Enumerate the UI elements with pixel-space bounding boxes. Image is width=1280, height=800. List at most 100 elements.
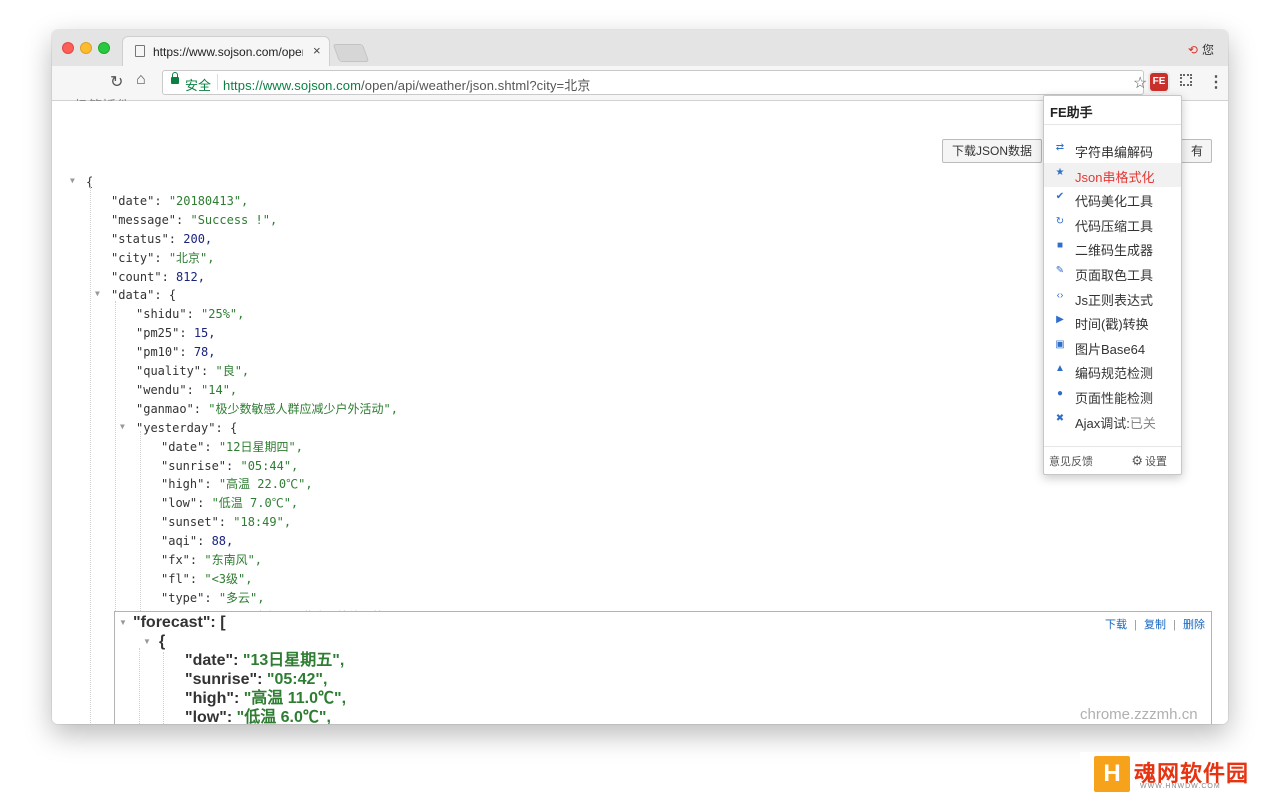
fe-menu-item[interactable]: ■ 二维码生成器 bbox=[1044, 236, 1181, 260]
json-key: "forecast" bbox=[133, 614, 211, 631]
download-json-button[interactable]: 下载JSON数据 bbox=[942, 139, 1042, 163]
indent-guide bbox=[139, 648, 141, 724]
watermark-badge: H 魂网软件园 WWW.HNWDW.COM bbox=[1080, 752, 1270, 796]
tab-strip: https://www.sojson.com/open/ × ⟲ 您 bbox=[52, 30, 1228, 66]
json-value: "极少数敏感人群应减少户外活动", bbox=[208, 401, 398, 416]
url-host: https://www.sojson.com bbox=[223, 78, 362, 93]
fe-item-icon: ↻ bbox=[1055, 215, 1065, 227]
json-key: "shidu" bbox=[136, 307, 187, 322]
json-key: "high" bbox=[185, 690, 234, 707]
json-key: "pm25" bbox=[136, 326, 180, 341]
json-colon: : bbox=[186, 307, 202, 322]
fe-item-icon: ■ bbox=[1056, 240, 1064, 252]
fe-item-label: 字符串编解码 bbox=[1075, 145, 1154, 160]
json-line: "sunrise": "05:42", bbox=[185, 670, 327, 689]
json-value: "05:42", bbox=[266, 671, 328, 688]
json-colon: : bbox=[257, 671, 267, 688]
fe-menu-item[interactable]: ✔ 代码美化工具 bbox=[1044, 187, 1181, 211]
json-line: "status": 200, bbox=[111, 230, 212, 249]
url-text[interactable]: https://www.sojson.com/open/api/weather/… bbox=[223, 75, 590, 94]
sync-icon: ⟲ bbox=[1187, 43, 1198, 57]
tab-close-icon[interactable]: × bbox=[313, 43, 321, 58]
bookmark-star-icon[interactable]: ☆ bbox=[1133, 73, 1147, 93]
fe-menu-item[interactable]: ● 页面性能检测 bbox=[1044, 384, 1181, 408]
fe-item-label: Ajax调试:已关 bbox=[1075, 415, 1156, 431]
fe-menu-item[interactable]: ↻ 代码压缩工具 bbox=[1044, 212, 1181, 236]
json-colon: : bbox=[226, 458, 241, 473]
minimize-window-button[interactable] bbox=[80, 42, 92, 54]
fe-item-label: Json串格式化 bbox=[1075, 169, 1155, 185]
fe-helper-popup: FE助手 意见反馈 ⚙ 设置 ⇄ 字符串编解码 ★ Json串格式化 ✔ 代码美化工具 ↻ 代码… bbox=[1043, 95, 1182, 475]
zoom-window-button[interactable] bbox=[98, 42, 110, 54]
json-line: "date": "12日星期四", bbox=[161, 438, 303, 457]
settings-label: 设置 bbox=[1145, 456, 1167, 468]
json-colon: : bbox=[204, 590, 219, 605]
qr-code-icon[interactable] bbox=[1180, 74, 1192, 86]
fe-menu-item[interactable]: ‹› Js正则表达式 bbox=[1044, 286, 1181, 310]
url-path: /open/api/weather/json.shtml?city=北京 bbox=[361, 78, 591, 93]
more-menu-icon[interactable]: ⋮ bbox=[1208, 72, 1224, 92]
json-key: "data" bbox=[111, 288, 155, 303]
fe-menu-item[interactable]: ✎ 页面取色工具 bbox=[1044, 261, 1181, 285]
json-colon: : bbox=[204, 439, 219, 454]
json-line: "pm10": 78, bbox=[136, 343, 216, 362]
json-colon: : bbox=[161, 269, 177, 284]
fe-item-status: 已关 bbox=[1129, 415, 1156, 431]
fe-item-icon: ★ bbox=[1055, 166, 1065, 178]
json-value: "12日星期四", bbox=[218, 439, 303, 454]
json-value: 200, bbox=[183, 231, 213, 246]
fe-helper-extension-icon[interactable]: FE bbox=[1150, 73, 1168, 91]
close-window-button[interactable] bbox=[62, 42, 74, 54]
fe-item-label: 页面取色工具 bbox=[1075, 268, 1154, 283]
tab-sojson[interactable]: https://www.sojson.com/open/ × bbox=[122, 36, 330, 66]
fe-menu-item[interactable]: ⇄ 字符串编解码 bbox=[1044, 138, 1181, 162]
json-line: "ganmao": "极少数敏感人群应减少户外活动", bbox=[136, 400, 398, 419]
collapse-toggle-icon[interactable]: ▼ bbox=[95, 289, 100, 298]
reload-icon[interactable]: ↻ bbox=[110, 72, 123, 92]
fe-item-label: 时间(戳)转换 bbox=[1075, 317, 1149, 333]
home-icon[interactable]: ⌂ bbox=[136, 71, 146, 89]
json-colon: : bbox=[201, 364, 216, 378]
fe-menu-item[interactable]: ▶ 时间(戳)转换 bbox=[1044, 310, 1181, 334]
new-tab-button[interactable] bbox=[332, 44, 370, 62]
action-separator: | bbox=[1173, 619, 1176, 631]
collapse-toggle-icon[interactable]: ▼ bbox=[70, 176, 75, 185]
collapse-toggle-icon[interactable]: ▼ bbox=[120, 422, 125, 431]
json-line: "date": "13日星期五", bbox=[185, 651, 344, 670]
fe-item-icon: ⇄ bbox=[1055, 142, 1065, 153]
divider bbox=[1044, 446, 1181, 447]
json-key: "date" bbox=[111, 193, 155, 208]
fe-item-label: 二维码生成器 bbox=[1075, 243, 1154, 259]
fe-menu-item[interactable]: ✖ Ajax调试:已关 bbox=[1044, 409, 1181, 433]
json-key: "city" bbox=[111, 250, 155, 265]
json-line: "high": "高温 11.0℃", bbox=[185, 689, 346, 708]
feedback-link[interactable]: 意见反馈 bbox=[1049, 453, 1093, 469]
json-colon: : bbox=[233, 690, 244, 707]
fe-item-icon: ✎ bbox=[1055, 265, 1065, 276]
forecast-delete-link[interactable]: 删除 bbox=[1183, 619, 1205, 631]
profile-button[interactable]: ⟲ 您 bbox=[1188, 41, 1214, 58]
indent-guide bbox=[163, 652, 165, 724]
json-key: "pm10" bbox=[136, 345, 180, 360]
forecast-download-link[interactable]: 下载 bbox=[1105, 619, 1127, 631]
forecast-actions: 下载 | 复制 | 删除 bbox=[1101, 616, 1205, 632]
fe-item-label: 编码规范检测 bbox=[1075, 366, 1154, 382]
forecast-copy-link[interactable]: 复制 bbox=[1144, 619, 1166, 631]
fe-menu-item[interactable]: ▲ 编码规范检测 bbox=[1044, 359, 1181, 383]
json-colon: : bbox=[189, 571, 205, 586]
settings-button[interactable]: ⚙ 设置 bbox=[1131, 453, 1167, 469]
collapse-toggle-icon[interactable]: ▼ bbox=[143, 637, 151, 646]
json-value: "13日星期五", bbox=[242, 652, 345, 669]
json-value: "Success !", bbox=[190, 212, 278, 227]
json-key: "fx" bbox=[161, 553, 190, 567]
fe-menu-item[interactable]: ▣ 图片Base64 bbox=[1044, 335, 1181, 359]
json-line: "fx": "东南风", bbox=[161, 551, 262, 570]
json-key: "status" bbox=[111, 231, 169, 246]
address-bar[interactable]: 安全 https://www.sojson.com/open/api/weath… bbox=[162, 70, 1147, 95]
fe-menu-item[interactable]: ★ Json串格式化 bbox=[1044, 162, 1181, 187]
collapse-toggle-icon[interactable]: ▼ bbox=[119, 618, 127, 627]
json-value: 812, bbox=[176, 269, 205, 284]
fe-item-label: 代码美化工具 bbox=[1075, 194, 1154, 210]
profile-label: 您 bbox=[1201, 43, 1214, 57]
json-value: "25%", bbox=[201, 307, 245, 322]
